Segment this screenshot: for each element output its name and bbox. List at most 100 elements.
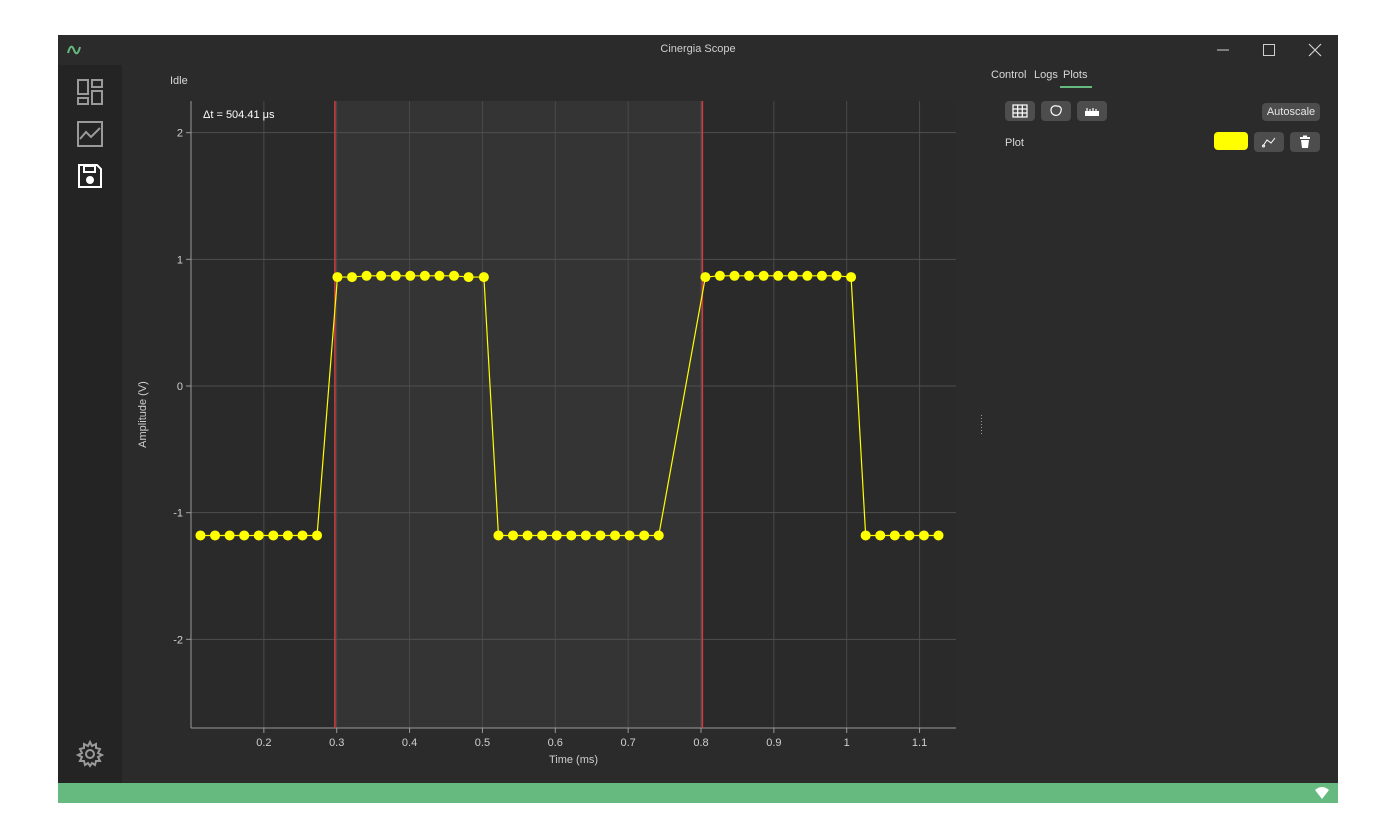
y-axis-title: Amplitude (V) [137,381,149,448]
data-point [508,530,519,541]
x-tick-label: 1.1 [912,737,927,749]
data-point [653,530,664,541]
data-point [434,270,445,281]
data-point [918,530,929,541]
data-point [463,272,474,283]
data-point [405,270,416,281]
title-bar: Cinergia Scope [58,35,1338,65]
data-point [860,530,871,541]
status-bar [58,783,1338,803]
chart-nav-button[interactable] [75,119,105,149]
data-point [802,270,813,281]
window-title: Cinergia Scope [660,43,736,55]
data-point [224,530,235,541]
chart-icon [77,121,103,147]
line-style-icon [1262,137,1276,148]
data-point [268,530,279,541]
x-tick-label: 0.9 [766,737,781,749]
data-point [816,270,827,281]
data-point [624,530,635,541]
gear-icon [75,739,105,768]
x-tick-label: 0.5 [475,737,490,749]
plot-name-label: Plot [1005,137,1024,149]
data-point [195,530,206,541]
data-point [744,270,755,281]
data-point [831,270,842,281]
data-point [537,530,548,541]
line-style-button[interactable] [1254,132,1284,152]
close-icon [1308,43,1322,57]
data-point [714,270,725,281]
pan-tool-button[interactable] [1041,101,1071,121]
x-tick-label: 0.4 [402,737,417,749]
data-point [210,530,221,541]
data-point [758,270,769,281]
data-point [478,272,489,283]
data-point [312,530,323,541]
delete-plot-button[interactable] [1290,132,1320,152]
data-point [787,270,798,281]
grid-icon [1012,104,1028,118]
sidebar [58,65,122,783]
x-tick-label: 1 [844,737,850,749]
data-point [846,272,857,283]
data-point [493,530,504,541]
minimize-icon [1217,49,1229,51]
y-tick-label: 0 [177,381,183,393]
close-button[interactable] [1292,35,1338,65]
measure-tool-button[interactable] [1077,101,1107,121]
data-point [253,530,264,541]
plot-color-swatch[interactable] [1214,132,1248,150]
save-icon [78,164,102,188]
cursor-region [334,101,703,728]
y-tick-label: 2 [177,128,183,140]
data-point [419,270,430,281]
dashboard-icon [77,79,103,105]
data-point [700,272,711,283]
maximize-button[interactable] [1246,35,1292,65]
active-tab-indicator [1060,86,1092,88]
minimize-button[interactable] [1200,35,1246,65]
data-point [297,530,308,541]
data-point [551,530,562,541]
data-point [729,270,740,281]
data-point [773,270,784,281]
x-tick-label: 0.6 [548,737,563,749]
delta-t-readout: Δt = 504.41 μs [203,109,275,121]
data-point [361,270,372,281]
data-point [610,530,621,541]
data-point [522,530,533,541]
y-tick-label: -2 [173,634,183,646]
data-point [889,530,900,541]
data-point [282,530,293,541]
data-point [580,530,591,541]
maximize-icon [1263,44,1275,56]
autoscale-button[interactable]: Autoscale [1262,103,1320,121]
data-point [347,272,358,283]
x-tick-label: 0.2 [256,737,271,749]
x-tick-label: 0.3 [329,737,344,749]
save-nav-button[interactable] [75,161,105,191]
tab-plots[interactable]: Plots [1063,69,1087,81]
data-point [933,530,944,541]
wifi-icon [1315,787,1329,799]
app-window: Cinergia Scope Idle 0.2 0.3 0.4 0.5 0.6 … [58,35,1338,803]
data-point [332,272,343,283]
scope-plot[interactable]: 0.2 0.3 0.4 0.5 0.6 0.7 0.8 0.9 1 1.1 2 1 0 -1 -2 Δt = … [122,65,962,783]
data-point [875,530,886,541]
data-point [595,530,606,541]
data-point [449,270,460,281]
settings-nav-button[interactable] [75,739,105,769]
panel-splitter-handle[interactable] [980,415,983,435]
tab-control[interactable]: Control [991,69,1026,81]
tab-logs[interactable]: Logs [1034,69,1058,81]
data-point [639,530,650,541]
grid-toggle-button[interactable] [1005,101,1035,121]
hand-icon [1050,105,1062,116]
data-point [390,270,401,281]
ruler-icon [1085,108,1099,116]
y-tick-label: 1 [177,254,183,266]
dashboard-nav-button[interactable] [75,77,105,107]
x-tick-label: 0.8 [693,737,708,749]
data-point [239,530,250,541]
